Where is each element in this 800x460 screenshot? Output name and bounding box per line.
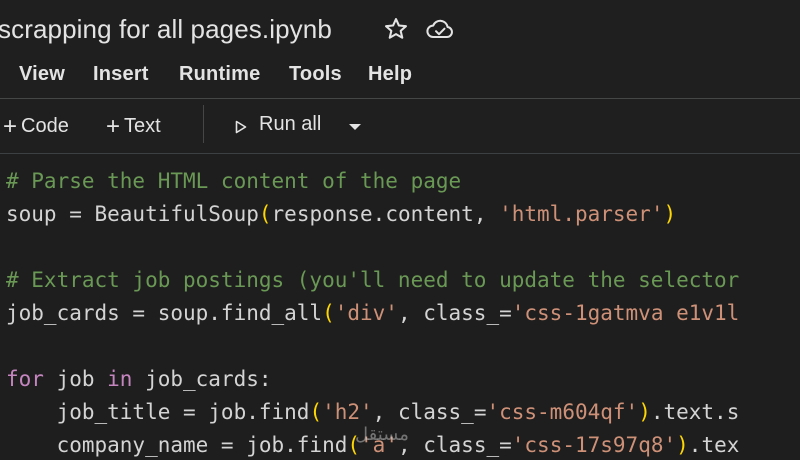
code-token-default: job_title = job.find: [6, 400, 310, 424]
code-token-default: response.content,: [271, 202, 500, 226]
add-code-button[interactable]: + Code: [3, 113, 69, 141]
add-code-label: Code: [21, 115, 69, 137]
code-token-keyword: for: [6, 367, 44, 391]
add-text-button[interactable]: + Text: [106, 113, 161, 141]
code-token-paren: (: [258, 202, 272, 226]
code-line: soup = BeautifulSoup(response.content, '…: [6, 199, 676, 229]
menu-item-runtime[interactable]: Runtime: [179, 63, 260, 86]
code-token-default: , class_=: [372, 400, 487, 424]
toolbar-separator: [203, 105, 204, 143]
code-token-string: 'css-1gatmva e1v1l: [511, 301, 740, 325]
star-icon[interactable]: [383, 16, 409, 42]
title-bar: scrapping for all pages.ipynb: [0, 0, 800, 60]
menu-item-view[interactable]: View: [19, 63, 65, 86]
code-token-string: 'h2': [322, 400, 373, 424]
notebook-title[interactable]: scrapping for all pages.ipynb: [0, 14, 332, 45]
code-token-default: , class_=: [397, 301, 512, 325]
code-token-comment: # Extract job postings (you'll need to u…: [6, 268, 740, 292]
code-token-string: 'css-17s97q8': [511, 433, 677, 457]
run-all-button[interactable]: Run all: [259, 113, 321, 136]
menu-item-insert[interactable]: Insert: [93, 63, 149, 86]
code-token-default: job: [43, 367, 108, 391]
code-token-paren: ): [676, 433, 689, 457]
watermark: مستقل: [355, 424, 409, 444]
code-token-string: 'html.parser': [499, 202, 664, 226]
play-icon[interactable]: [235, 120, 247, 134]
menu-item-tools[interactable]: Tools: [289, 63, 342, 86]
code-token-default: soup = BeautifulSoup: [6, 202, 259, 226]
code-token-default: , class_=: [397, 433, 512, 457]
code-line: job_cards = soup.find_all('div', class_=…: [6, 298, 739, 328]
code-token-paren: ): [663, 202, 677, 226]
code-token-paren: (: [309, 400, 323, 424]
code-line: job_title = job.find('h2', class_='css-m…: [6, 397, 740, 427]
code-token-string: 'css-m604qf': [486, 400, 639, 424]
code-token-comment: # Parse the HTML content of the page: [6, 169, 462, 193]
code-token-paren: ): [638, 400, 651, 424]
menu-bar: View Insert Runtime Tools Help: [0, 58, 800, 92]
add-text-label: Text: [124, 115, 161, 137]
code-token-string: 'div': [334, 301, 398, 325]
plus-icon: +: [106, 113, 121, 140]
cloud-icon[interactable]: [425, 16, 455, 42]
code-editor[interactable]: # Parse the HTML content of the page soup…: [0, 154, 800, 460]
code-token-keyword: in: [107, 367, 133, 391]
plus-icon: +: [3, 113, 18, 140]
code-token-default: .tex: [688, 433, 740, 457]
code-line: for job in job_cards:: [6, 364, 272, 394]
menu-item-help[interactable]: Help: [368, 63, 412, 86]
code-token-default: job_cards:: [132, 367, 272, 391]
code-token-default: .text.s: [650, 400, 740, 424]
chevron-down-icon[interactable]: [346, 121, 364, 133]
code-token-default: company_name = job.find: [6, 433, 348, 457]
code-token-default: job_cards = soup.find_all: [6, 301, 323, 325]
code-token-paren: (: [322, 301, 335, 325]
notebook-toolbar: + Code + Text Run all: [0, 99, 800, 153]
code-line: # Extract job postings (you'll need to u…: [6, 265, 739, 295]
code-line: # Parse the HTML content of the page: [6, 166, 461, 196]
